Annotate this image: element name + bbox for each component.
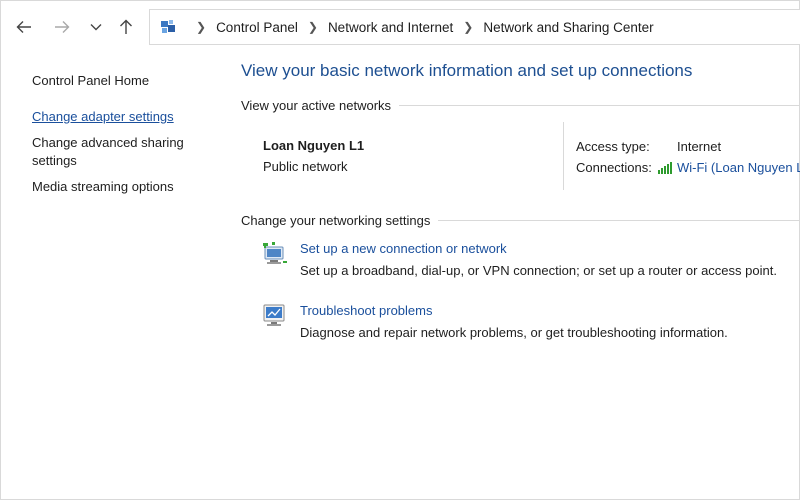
- arrow-right-icon[interactable]: [51, 15, 73, 39]
- access-type-label: Access type:: [576, 139, 650, 154]
- arrow-left-icon[interactable]: [13, 15, 35, 39]
- left-pane: Control Panel Home Change adapter settin…: [32, 63, 222, 196]
- active-networks-header: View your active networks: [241, 98, 800, 113]
- chevron-right-icon[interactable]: ❯: [196, 20, 206, 34]
- connections-label: Connections:: [576, 160, 652, 175]
- media-streaming-options-link[interactable]: Media streaming options: [32, 178, 222, 196]
- setup-connection-link[interactable]: Set up a new connection or network: [300, 241, 507, 256]
- divider: [399, 105, 800, 106]
- active-networks-label: View your active networks: [241, 98, 392, 113]
- wifi-signal-icon: [657, 161, 673, 174]
- chevron-down-icon[interactable]: [85, 15, 107, 39]
- main-content: View your basic network information and …: [241, 1, 800, 501]
- access-type-value: Internet: [677, 139, 722, 154]
- page-title: View your basic network information and …: [241, 61, 693, 80]
- divider: [563, 122, 564, 190]
- network-category[interactable]: Public network: [263, 159, 348, 174]
- change-advanced-sharing-link[interactable]: Change advanced sharing settings: [32, 134, 222, 170]
- wifi-connection-link[interactable]: Wi-Fi (Loan Nguyen L1): [677, 160, 800, 175]
- troubleshoot-desc: Diagnose and repair network problems, or…: [300, 325, 728, 340]
- setup-connection-desc: Set up a broadband, dial-up, or VPN conn…: [300, 263, 777, 278]
- troubleshoot-link[interactable]: Troubleshoot problems: [300, 303, 432, 318]
- change-adapter-settings-link[interactable]: Change adapter settings: [32, 108, 222, 126]
- control-panel-home-link[interactable]: Control Panel Home: [32, 73, 222, 88]
- networking-settings-header: Change your networking settings: [241, 213, 800, 228]
- control-panel-icon: [160, 19, 176, 35]
- networking-settings-label: Change your networking settings: [241, 213, 431, 228]
- divider: [438, 220, 800, 221]
- troubleshoot-icon: [261, 303, 289, 331]
- network-name: Loan Nguyen L1: [263, 138, 365, 153]
- new-connection-icon: [261, 241, 289, 269]
- arrow-up-icon[interactable]: [115, 15, 137, 39]
